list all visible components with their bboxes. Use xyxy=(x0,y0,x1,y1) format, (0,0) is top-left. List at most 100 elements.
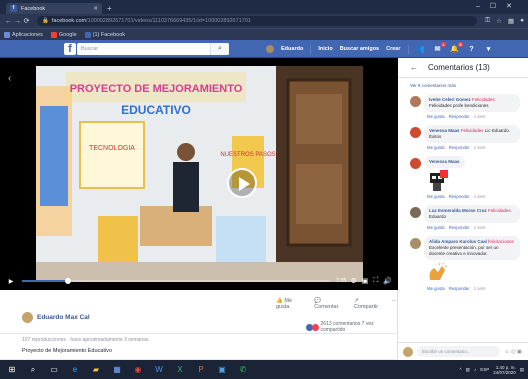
volume-icon[interactable]: 🔊 xyxy=(383,277,392,285)
commenter-name[interactable]: Venessa Maas xyxy=(429,128,460,133)
bookmark-item[interactable]: (1) Facebook xyxy=(84,31,125,38)
comment-input[interactable]: Escribe un comentario... xyxy=(417,346,501,357)
comment-tag[interactable]: Felicidades xyxy=(488,208,511,213)
bookmark-item[interactable]: Google xyxy=(50,31,77,38)
comment-time[interactable]: 1 sem xyxy=(474,194,486,199)
progress-fill xyxy=(22,280,69,282)
nav-create[interactable]: Crear xyxy=(386,46,400,52)
commenter-name[interactable]: Luz Esmeralda Moran Cruz xyxy=(429,208,487,213)
store-icon[interactable]: ▦ xyxy=(109,363,125,376)
clock[interactable]: 1:40 p. m. 24/07/2020 xyxy=(493,365,516,375)
address-bar[interactable]: 🔒 facebook.com /100002892671701/videos/1… xyxy=(37,16,477,26)
comment-button[interactable]: 💬 Comentar xyxy=(314,298,345,310)
avatar[interactable] xyxy=(22,312,33,323)
commenter-name[interactable]: Alida Amparo Karolus Caal xyxy=(429,239,487,244)
video-progress[interactable] xyxy=(22,278,330,284)
author-name[interactable]: Eduardo Max Cal xyxy=(37,314,90,321)
play-button[interactable] xyxy=(227,168,257,198)
task-view-icon[interactable]: ▭ xyxy=(46,363,62,376)
edge-icon[interactable]: e xyxy=(67,363,83,376)
key-icon[interactable]: ⚿ xyxy=(485,17,490,25)
search-input[interactable]: Buscar xyxy=(77,43,229,55)
search-icon[interactable]: ⌕ xyxy=(25,363,41,376)
avatar[interactable] xyxy=(410,127,421,138)
powerpoint-icon[interactable]: P xyxy=(193,363,209,376)
fullscreen-icon[interactable]: ⛶ xyxy=(373,277,378,285)
nav-home[interactable]: Inicio xyxy=(318,46,332,52)
comment-item: Venessa Maas Me gusta Responder 1 sem xyxy=(398,156,528,199)
settings-icon[interactable]: ⚙ xyxy=(350,277,356,285)
notifications-icon[interactable]: 🔔 5 xyxy=(450,42,463,53)
scrubber-handle[interactable] xyxy=(65,278,72,284)
comment-like-link[interactable]: Me gusta xyxy=(427,286,445,291)
avatar[interactable] xyxy=(266,45,274,53)
video-frame[interactable]: PROYECTO DE MEJORAMIENTO EDUCATIVO TECNO… xyxy=(36,66,363,282)
forward-icon[interactable]: → xyxy=(13,18,22,25)
hd-icon[interactable]: ▣ xyxy=(362,277,369,285)
up-arrow-icon[interactable]: ^ xyxy=(460,367,462,372)
comment-like-link[interactable]: Me gusta xyxy=(427,145,445,150)
comment-time[interactable]: 1 sem xyxy=(474,225,486,230)
photos-icon[interactable]: ▣ xyxy=(214,363,230,376)
nav-find-friends[interactable]: Buscar amigos xyxy=(340,46,379,52)
previous-arrow-icon[interactable]: ‹ xyxy=(8,73,11,84)
comment-like-link[interactable]: Me gusta xyxy=(427,114,445,119)
comment-reply-link[interactable]: Responder xyxy=(449,145,470,150)
commenter-name[interactable]: Ivette Celeri Gomez xyxy=(429,97,471,102)
excel-icon[interactable]: X xyxy=(172,363,188,376)
comment-reply-link[interactable]: Responder xyxy=(449,286,470,291)
profile-link[interactable]: Eduardo xyxy=(281,46,303,52)
share-button[interactable]: ↗ Compartir xyxy=(354,298,383,310)
comment-time[interactable]: 1 sem xyxy=(474,145,486,150)
reaction-summary[interactable]: 2613 comentarios 7 vez compartido xyxy=(306,321,397,333)
comment-like-link[interactable]: Me gusta xyxy=(427,225,445,230)
comment-tag[interactable]: felicitaciones xyxy=(488,239,514,244)
extension-icon[interactable]: ▦ xyxy=(508,17,514,25)
reaction-summary-text: 2613 comentarios 7 vez compartido xyxy=(320,321,374,333)
whatsapp-icon[interactable]: ✆ xyxy=(235,363,251,376)
new-tab-icon[interactable]: + xyxy=(107,3,112,14)
network-icon[interactable]: ▥ xyxy=(466,367,470,373)
back-icon[interactable]: ← xyxy=(4,18,13,25)
chrome-icon[interactable]: ◉ xyxy=(130,363,146,376)
file-explorer-icon[interactable]: ▰ xyxy=(88,363,104,376)
emoji-icon[interactable]: ☺◎▣ xyxy=(504,349,523,355)
star-icon[interactable]: ☆ xyxy=(496,17,502,25)
more-comments-link[interactable]: Ver 8 comentarios más xyxy=(398,78,528,88)
comment-time[interactable]: 1 sem xyxy=(474,286,486,291)
comment-reply-link[interactable]: Responder xyxy=(449,225,470,230)
avatar[interactable] xyxy=(410,207,421,218)
comment-tag[interactable]: Felicidades xyxy=(461,128,484,133)
bookmark-item[interactable]: Aplicaciones xyxy=(4,31,43,38)
chevron-down-icon[interactable]: ▾ xyxy=(484,45,494,53)
windows-icon[interactable]: ⊞ xyxy=(4,363,20,376)
close-tab-icon[interactable]: ✕ xyxy=(93,6,98,12)
comment-reply-link[interactable]: Responder xyxy=(449,114,470,119)
browser-tab[interactable]: f Facebook ✕ xyxy=(6,3,102,14)
profile-icon[interactable]: ● xyxy=(520,17,524,25)
language-indicator[interactable]: ESP xyxy=(480,367,489,372)
friend-requests-icon[interactable]: 👥 xyxy=(416,45,426,53)
comment-tag[interactable]: Felicidades xyxy=(472,97,495,102)
window-controls[interactable]: –☐✕ xyxy=(476,2,522,10)
avatar[interactable] xyxy=(410,238,421,249)
messenger-icon[interactable]: ✉ 1 xyxy=(433,42,446,53)
more-options-icon[interactable]: ··· xyxy=(392,298,398,310)
volume-icon[interactable]: ♪ xyxy=(474,367,476,372)
facebook-logo-icon[interactable]: f xyxy=(64,43,76,55)
comment-like-link[interactable]: Me gusta xyxy=(427,194,445,199)
help-icon[interactable]: ? xyxy=(467,46,477,53)
search-icon[interactable]: ⌕ xyxy=(210,43,229,55)
play-icon[interactable]: ▶ xyxy=(6,278,16,285)
avatar[interactable] xyxy=(410,158,421,169)
comment-reply-link[interactable]: Responder xyxy=(449,194,470,199)
commenter-name[interactable]: Venessa Maas xyxy=(429,159,460,164)
comment-time[interactable]: 1 sem xyxy=(474,114,486,119)
notification-center-icon[interactable]: ▤ xyxy=(520,367,524,373)
avatar[interactable] xyxy=(410,96,421,107)
reload-icon[interactable]: ⟳ xyxy=(22,17,31,25)
word-icon[interactable]: W xyxy=(151,363,167,376)
post-author[interactable]: Eduardo Max Cal xyxy=(22,312,90,323)
like-button[interactable]: 👍 Me gusta xyxy=(276,298,305,310)
back-arrow-icon[interactable]: ← xyxy=(410,63,418,72)
